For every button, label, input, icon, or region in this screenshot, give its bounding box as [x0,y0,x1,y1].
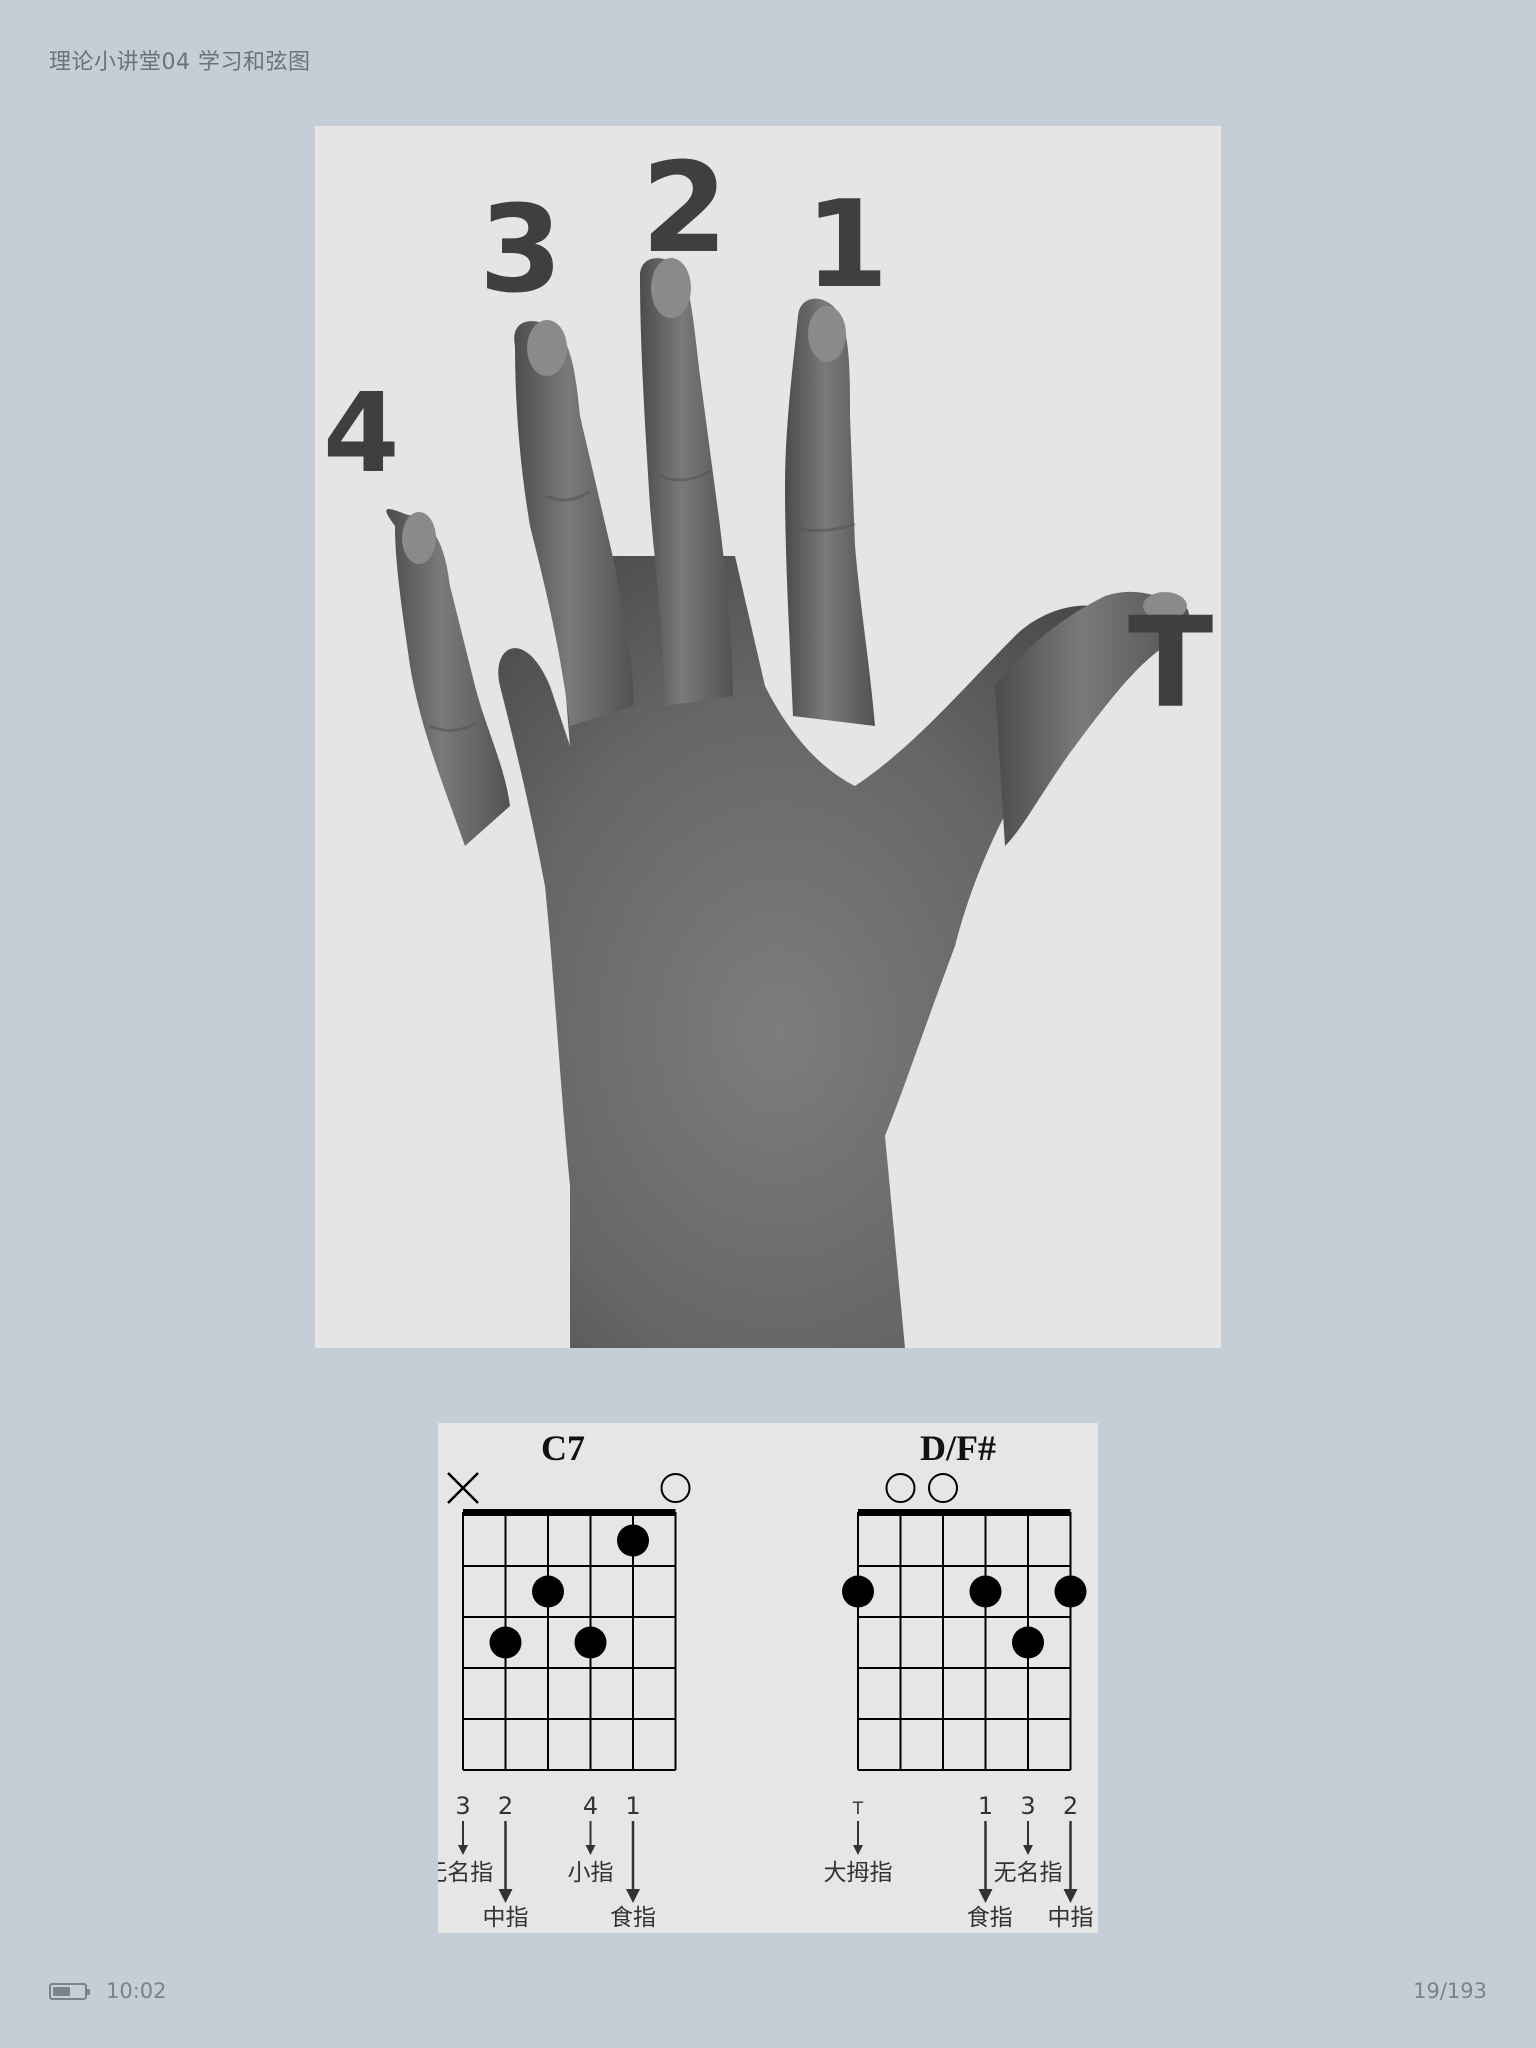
finger-dot [1054,1575,1087,1608]
finger-dot [574,1626,607,1659]
battery-tip [87,1989,90,1995]
finger-name-lower: 中指 [483,1905,529,1931]
finger-index [785,298,875,726]
finger-dot [1012,1626,1044,1659]
open-string-mark [885,1473,916,1503]
nail-ring [527,320,567,376]
finger-number-2: 2 [641,136,728,281]
open-string-mark [928,1473,958,1503]
finger-number-label: 3 [1020,1792,1035,1820]
chord-nut [858,1509,1071,1516]
finger-number-3: 3 [479,181,563,320]
finger-arrow-head [978,1889,993,1903]
finger-arrow-head [626,1889,640,1903]
finger-dot [489,1626,522,1659]
finger-name-lower: 食指 [610,1905,656,1931]
nail-pinky [402,512,436,564]
chord-title-0: C7 [541,1428,585,1468]
finger-arrow-head [853,1845,863,1855]
finger-arrow-head [1063,1889,1078,1903]
finger-name-upper: 无名指 [994,1860,1063,1886]
chord-diagrams-svg: C73241无名指小指中指食指D/F#T132大拇指无名指食指中指 [438,1428,1094,1931]
finger-number-label: 4 [583,1792,598,1820]
chord-diagrams-image: C73241无名指小指中指食指D/F#T132大拇指无名指食指中指 [438,1423,1098,1933]
finger-name-lower: 中指 [1048,1905,1094,1931]
open-string-mark [660,1473,691,1503]
finger-arrow-head [585,1845,596,1855]
finger-dot [617,1524,649,1557]
chord-title-1: D/F# [920,1428,996,1468]
finger-name-lower: 食指 [967,1905,1013,1931]
page-title: 理论小讲堂04 学习和弦图 [49,50,311,75]
finger-number-label: 2 [1063,1792,1078,1820]
finger-number-4: 4 [323,369,400,497]
finger-number-label: 2 [498,1792,513,1820]
finger-pinky [386,509,510,846]
finger-arrow-head [458,1845,468,1855]
chord-nut [463,1509,676,1516]
finger-number-label: 3 [455,1792,470,1820]
finger-number-label: 1 [625,1792,640,1820]
hand-photo: 4 3 2 1 T [315,126,1221,1348]
page-number: 19/193 [1413,1979,1487,2003]
finger-number-t: T [1128,591,1213,736]
finger-number-label: 1 [978,1792,993,1820]
battery-icon [49,1983,90,2000]
finger-name-upper: 小指 [568,1860,614,1886]
battery-fill [53,1987,70,1996]
finger-name-upper: 无名指 [438,1860,493,1886]
finger-dot [532,1575,564,1608]
finger-dot [842,1575,874,1608]
hand-illustration: 4 3 2 1 T [323,136,1213,1348]
finger-arrow-head [1023,1845,1033,1855]
finger-name-upper: 大拇指 [824,1860,893,1886]
clock: 10:02 [106,1979,167,2003]
finger-dot [969,1575,1002,1608]
finger-number-label: T [852,1799,864,1819]
finger-number-1: 1 [805,176,889,315]
finger-arrow-head [498,1889,513,1903]
status-bar: 10:02 19/193 [0,1972,1536,2012]
